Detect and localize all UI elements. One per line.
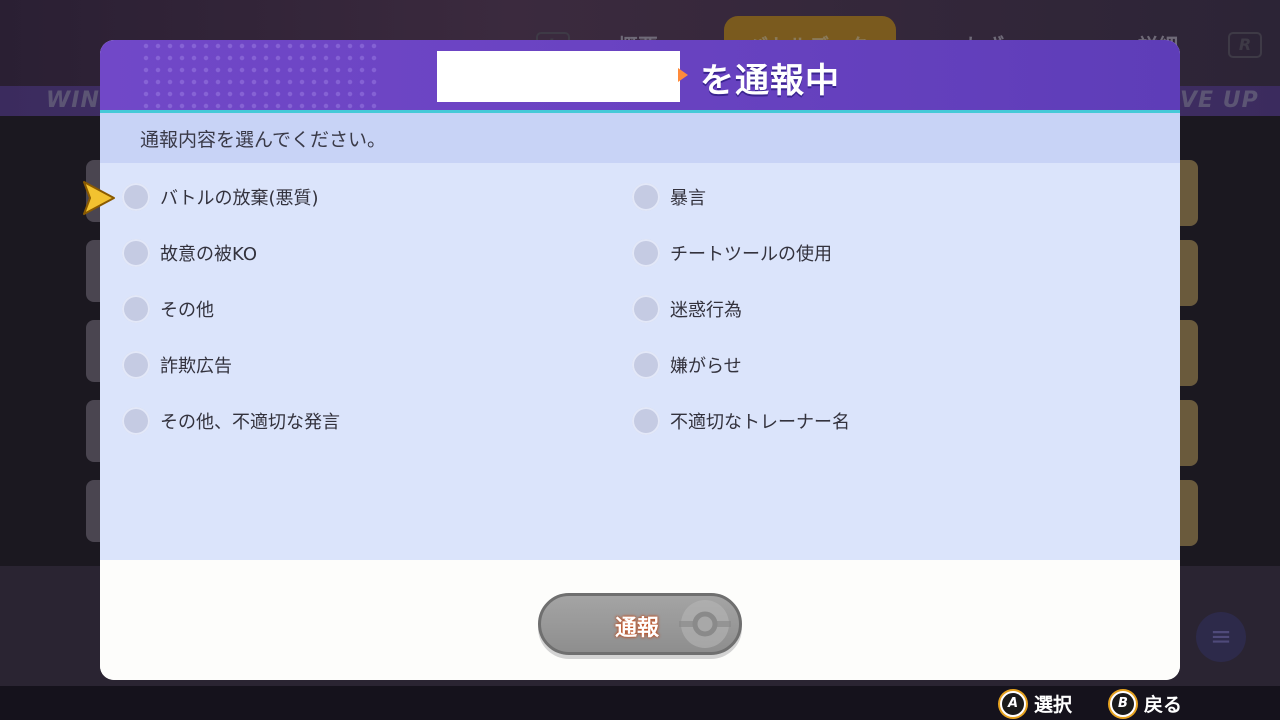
background-up-label: VE UP — [1180, 88, 1259, 113]
arrow-icon — [678, 68, 688, 82]
option-label: その他 — [160, 300, 214, 321]
option-harassment[interactable]: 嫌がらせ — [632, 345, 742, 385]
b-button-icon: B — [1110, 690, 1136, 717]
pokeball-icon — [679, 600, 731, 648]
radio-button[interactable] — [122, 407, 150, 435]
hint-back: B 戻る — [1110, 690, 1182, 717]
dialog-title: を通報中 — [700, 61, 840, 101]
option-cheat-tool[interactable]: チートツールの使用 — [632, 233, 832, 273]
background-card — [1180, 400, 1198, 466]
a-button-icon: A — [1000, 690, 1026, 717]
option-label: 詐欺広告 — [160, 356, 232, 377]
redacted-player-name — [437, 51, 680, 102]
background-card — [1180, 480, 1198, 546]
dialog-footer: 通報 — [100, 560, 1180, 680]
hint-back-label: 戻る — [1144, 694, 1183, 716]
option-label: その他、不適切な発言 — [160, 412, 340, 433]
radio-button[interactable] — [122, 239, 150, 267]
hint-select: A 選択 — [1000, 690, 1072, 717]
option-abandon-battle[interactable]: バトルの放棄(悪質) — [122, 177, 319, 217]
report-button[interactable]: 通報 — [538, 593, 742, 655]
radio-button[interactable] — [632, 407, 660, 435]
report-button-label: 通報 — [615, 616, 660, 641]
dialog-header: を通報中 — [100, 40, 1180, 113]
option-intentional-ko[interactable]: 故意の被KO — [122, 233, 257, 273]
hint-select-label: 選択 — [1034, 694, 1073, 716]
radio-button[interactable] — [122, 183, 150, 211]
radio-button[interactable] — [632, 183, 660, 211]
radio-button[interactable] — [122, 351, 150, 379]
header-pattern — [140, 40, 380, 110]
option-inappropriate-remarks[interactable]: その他、不適切な発言 — [122, 401, 340, 441]
option-label: 故意の被KO — [160, 244, 257, 265]
radio-button[interactable] — [632, 351, 660, 379]
option-label: 嫌がらせ — [670, 356, 742, 377]
instruction-bar: 通報内容を選んでください。 — [100, 113, 1180, 163]
option-scam-ad[interactable]: 詐欺広告 — [122, 345, 232, 385]
report-dialog: を通報中 通報内容を選んでください。 バトルの放棄(悪質) 故意の被KO その他… — [100, 40, 1180, 680]
background-card — [1180, 240, 1198, 306]
background-card — [1180, 320, 1198, 386]
background-win-label: WIN — [46, 88, 100, 113]
option-label: 迷惑行為 — [670, 300, 742, 321]
option-nuisance[interactable]: 迷惑行為 — [632, 289, 742, 329]
selection-cursor-icon — [83, 181, 115, 215]
option-label: 暴言 — [670, 188, 706, 209]
report-options: バトルの放棄(悪質) 故意の被KO その他 詐欺広告 その他、不適切な発言 暴言… — [100, 163, 1180, 560]
radio-button[interactable] — [632, 295, 660, 323]
option-other[interactable]: その他 — [122, 289, 214, 329]
r-key-icon: R — [1228, 32, 1262, 58]
option-label: バトルの放棄(悪質) — [160, 188, 319, 209]
radio-button[interactable] — [122, 295, 150, 323]
option-abusive-language[interactable]: 暴言 — [632, 177, 706, 217]
menu-icon: ≡ — [1196, 612, 1246, 662]
option-label: 不適切なトレーナー名 — [670, 412, 850, 433]
instruction-text: 通報内容を選んでください。 — [140, 129, 387, 151]
background-card — [1180, 160, 1198, 226]
option-label: チートツールの使用 — [670, 244, 832, 265]
radio-button[interactable] — [632, 239, 660, 267]
option-inappropriate-name[interactable]: 不適切なトレーナー名 — [632, 401, 850, 441]
